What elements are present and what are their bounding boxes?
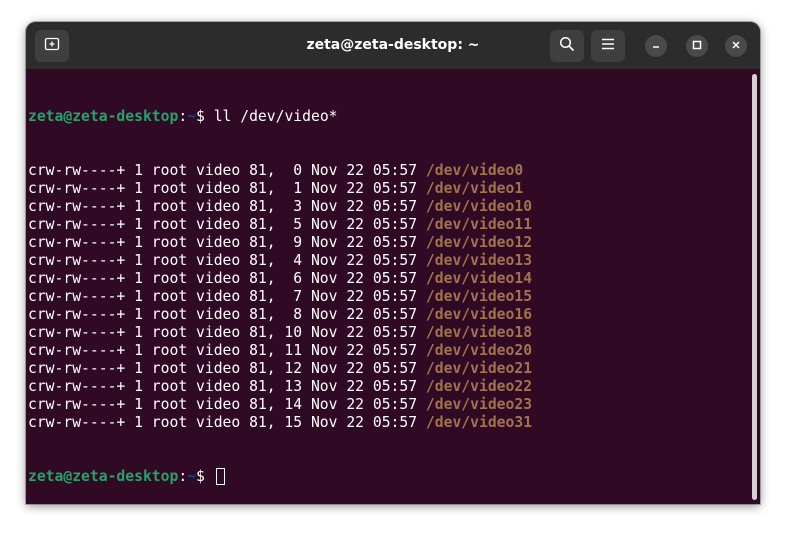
device-file-name: /dev/video12 bbox=[425, 234, 533, 251]
menu-button[interactable] bbox=[591, 30, 625, 62]
output-line: crw-rw----+ 1 root video 81, 5 Nov 22 05… bbox=[28, 216, 532, 234]
search-icon bbox=[559, 36, 575, 57]
new-tab-button[interactable] bbox=[35, 30, 69, 62]
minimize-icon bbox=[651, 37, 661, 55]
output-line: crw-rw----+ 1 root video 81, 7 Nov 22 05… bbox=[28, 288, 532, 306]
device-file-name: /dev/video1 bbox=[425, 180, 524, 197]
file-listing-text: crw-rw----+ 1 root video 81, 11 Nov 22 0… bbox=[28, 342, 426, 359]
file-listing-text: crw-rw----+ 1 root video 81, 12 Nov 22 0… bbox=[28, 360, 426, 377]
device-file-name: /dev/video0 bbox=[425, 162, 524, 179]
output-line: crw-rw----+ 1 root video 81, 15 Nov 22 0… bbox=[28, 414, 532, 432]
output-line: crw-rw----+ 1 root video 81, 11 Nov 22 0… bbox=[28, 342, 532, 360]
hamburger-menu-icon bbox=[601, 37, 615, 55]
file-listing-text: crw-rw----+ 1 root video 81, 6 Nov 22 05… bbox=[28, 270, 426, 287]
device-file-name: /dev/video13 bbox=[425, 252, 533, 269]
new-tab-icon bbox=[44, 36, 60, 57]
output-line: crw-rw----+ 1 root video 81, 4 Nov 22 05… bbox=[28, 252, 532, 270]
file-listing-text: crw-rw----+ 1 root video 81, 5 Nov 22 05… bbox=[28, 216, 426, 233]
device-file-name: /dev/video10 bbox=[425, 198, 533, 215]
terminal-area[interactable]: zeta@zeta-desktop:~$ ll /dev/video* crw-… bbox=[26, 69, 760, 504]
scrollbar[interactable] bbox=[752, 74, 757, 500]
terminal-text: zeta@zeta-desktop:~$ ll /dev/video* crw-… bbox=[28, 72, 532, 504]
titlebar[interactable]: zeta@zeta-desktop: ~ bbox=[26, 22, 760, 69]
maximize-button[interactable] bbox=[686, 35, 708, 57]
device-file-name: /dev/video18 bbox=[425, 324, 533, 341]
text-cursor bbox=[215, 468, 225, 485]
device-file-name: /dev/video11 bbox=[425, 216, 533, 233]
device-file-name: /dev/video31 bbox=[425, 414, 533, 431]
output-line: crw-rw----+ 1 root video 81, 1 Nov 22 05… bbox=[28, 180, 532, 198]
file-listing-text: crw-rw----+ 1 root video 81, 3 Nov 22 05… bbox=[28, 198, 426, 215]
output-line: crw-rw----+ 1 root video 81, 10 Nov 22 0… bbox=[28, 324, 532, 342]
prompt-symbol: $ bbox=[196, 108, 214, 125]
file-listing-text: crw-rw----+ 1 root video 81, 0 Nov 22 05… bbox=[28, 162, 426, 179]
file-listing-text: crw-rw----+ 1 root video 81, 4 Nov 22 05… bbox=[28, 252, 426, 269]
prompt-path: ~ bbox=[187, 108, 197, 125]
command-output: crw-rw----+ 1 root video 81, 0 Nov 22 05… bbox=[28, 162, 532, 432]
device-file-name: /dev/video20 bbox=[425, 342, 533, 359]
device-file-name: /dev/video23 bbox=[425, 396, 533, 413]
file-listing-text: crw-rw----+ 1 root video 81, 9 Nov 22 05… bbox=[28, 234, 426, 251]
prompt-colon: : bbox=[178, 108, 188, 125]
file-listing-text: crw-rw----+ 1 root video 81, 10 Nov 22 0… bbox=[28, 324, 426, 341]
file-listing-text: crw-rw----+ 1 root video 81, 14 Nov 22 0… bbox=[28, 396, 426, 413]
active-prompt-line: zeta@zeta-desktop:~$ bbox=[28, 468, 532, 486]
output-line: crw-rw----+ 1 root video 81, 14 Nov 22 0… bbox=[28, 396, 532, 414]
output-line: crw-rw----+ 1 root video 81, 13 Nov 22 0… bbox=[28, 378, 532, 396]
device-file-name: /dev/video14 bbox=[425, 270, 533, 287]
maximize-icon bbox=[692, 37, 702, 55]
device-file-name: /dev/video15 bbox=[425, 288, 533, 305]
device-file-name: /dev/video22 bbox=[425, 378, 533, 395]
file-listing-text: crw-rw----+ 1 root video 81, 7 Nov 22 05… bbox=[28, 288, 426, 305]
close-icon bbox=[731, 37, 741, 55]
terminal-window: zeta@zeta-desktop: ~ zeta@zeta-desktop:~… bbox=[26, 22, 760, 504]
device-file-name: /dev/video16 bbox=[425, 306, 533, 323]
output-line: crw-rw----+ 1 root video 81, 6 Nov 22 05… bbox=[28, 270, 532, 288]
prompt-user-host: zeta@zeta-desktop bbox=[28, 108, 179, 125]
output-line: crw-rw----+ 1 root video 81, 8 Nov 22 05… bbox=[28, 306, 532, 324]
search-button[interactable] bbox=[550, 30, 584, 62]
command-line: zeta@zeta-desktop:~$ ll /dev/video* bbox=[28, 108, 532, 126]
output-line: crw-rw----+ 1 root video 81, 9 Nov 22 05… bbox=[28, 234, 532, 252]
device-file-name: /dev/video21 bbox=[425, 360, 533, 377]
output-line: crw-rw----+ 1 root video 81, 12 Nov 22 0… bbox=[28, 360, 532, 378]
command-text: ll /dev/video* bbox=[213, 108, 338, 125]
file-listing-text: crw-rw----+ 1 root video 81, 13 Nov 22 0… bbox=[28, 378, 426, 395]
prompt-user-host: zeta@zeta-desktop bbox=[28, 468, 179, 485]
file-listing-text: crw-rw----+ 1 root video 81, 15 Nov 22 0… bbox=[28, 414, 426, 431]
output-line: crw-rw----+ 1 root video 81, 3 Nov 22 05… bbox=[28, 198, 532, 216]
output-line: crw-rw----+ 1 root video 81, 0 Nov 22 05… bbox=[28, 162, 532, 180]
prompt-colon: : bbox=[178, 468, 188, 485]
file-listing-text: crw-rw----+ 1 root video 81, 1 Nov 22 05… bbox=[28, 180, 426, 197]
prompt-symbol: $ bbox=[196, 468, 214, 485]
close-button[interactable] bbox=[725, 35, 747, 57]
prompt-path: ~ bbox=[187, 468, 197, 485]
minimize-button[interactable] bbox=[645, 35, 667, 57]
file-listing-text: crw-rw----+ 1 root video 81, 8 Nov 22 05… bbox=[28, 306, 426, 323]
